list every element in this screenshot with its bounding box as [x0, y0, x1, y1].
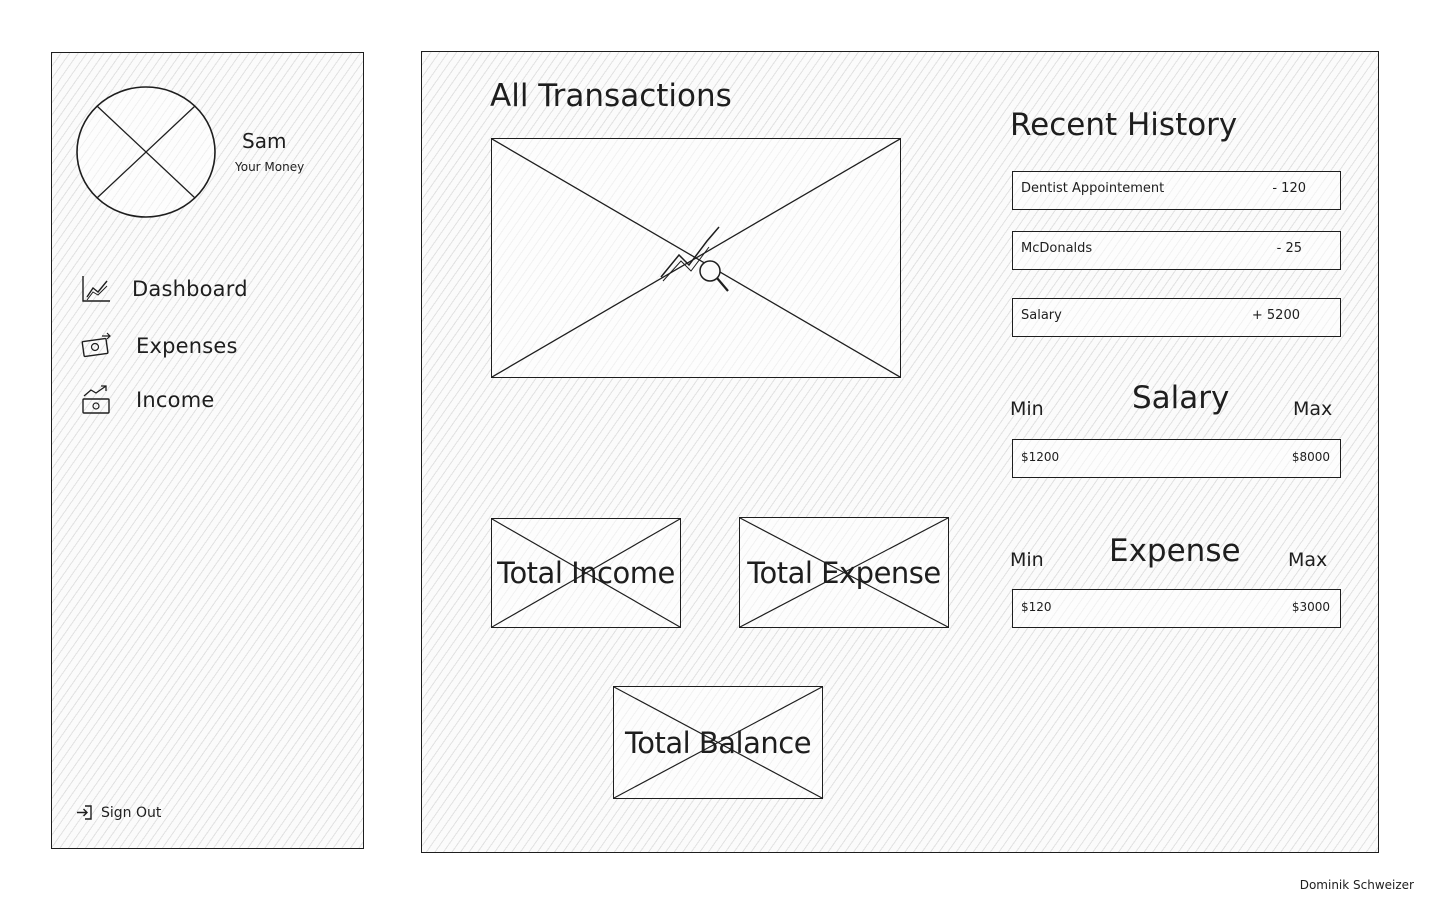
transactions-chart[interactable]	[491, 138, 901, 378]
history-item-amount: - 120	[1272, 181, 1306, 196]
expense-range-bar[interactable]: $120 $3000	[1012, 589, 1341, 628]
history-item-name: Dentist Appointement	[1021, 181, 1165, 196]
total-expense-label: Total Expense	[747, 555, 941, 590]
history-item-amount: - 25	[1276, 241, 1302, 256]
total-balance-card[interactable]: Total Balance	[613, 686, 823, 799]
chart-search-icon	[660, 226, 729, 292]
history-item[interactable]: McDonalds - 25	[1012, 231, 1341, 270]
total-income-card[interactable]: Total Income	[491, 518, 681, 628]
nav-income[interactable]: Income	[80, 383, 214, 417]
history-item-amount: + 5200	[1251, 308, 1300, 323]
nav-expenses[interactable]: Expenses	[80, 329, 238, 363]
avatar[interactable]	[75, 85, 217, 219]
salary-range-bar[interactable]: $1200 $8000	[1012, 439, 1341, 478]
expense-min-label: Min	[1010, 549, 1044, 571]
profile-subtitle: Your Money	[235, 160, 305, 174]
total-expense-card[interactable]: Total Expense	[739, 517, 949, 628]
salary-max-value: $8000	[1291, 450, 1330, 464]
nav-income-label: Income	[136, 388, 215, 412]
main-panel: All Transactions Total Income Total Expe…	[421, 51, 1379, 853]
expense-max-label: Max	[1288, 549, 1328, 571]
expense-min-value: $120	[1021, 600, 1052, 614]
salary-max-label: Max	[1293, 398, 1333, 420]
sign-out-label: Sign Out	[101, 804, 162, 821]
history-item[interactable]: Dentist Appointement - 120	[1012, 171, 1341, 210]
nav-dashboard[interactable]: Dashboard	[80, 272, 248, 306]
total-balance-label: Total Balance	[624, 725, 812, 760]
nav-dashboard-label: Dashboard	[132, 277, 248, 301]
author-credit: Dominik Schweizer	[1299, 878, 1414, 892]
salary-title: Salary	[1132, 380, 1230, 416]
expense-max-value: $3000	[1291, 600, 1330, 614]
line-chart-icon	[82, 276, 110, 302]
expense-title: Expense	[1109, 533, 1241, 569]
page-title: All Transactions	[490, 78, 732, 114]
recent-history-title: Recent History	[1010, 107, 1238, 143]
history-item-name: Salary	[1021, 308, 1062, 323]
sidebar: Sam Your Money Dashboard Expenses Income	[51, 52, 364, 849]
total-income-label: Total Income	[497, 556, 675, 590]
income-trend-icon	[82, 385, 110, 414]
salary-min-value: $1200	[1021, 450, 1060, 464]
nav-expenses-label: Expenses	[136, 334, 238, 358]
sign-out-button[interactable]: Sign Out	[76, 804, 161, 821]
history-item-name: McDonalds	[1021, 241, 1093, 256]
history-item[interactable]: Salary + 5200	[1012, 298, 1341, 337]
money-bill-icon	[81, 332, 111, 358]
sign-out-icon	[77, 805, 92, 820]
salary-min-label: Min	[1010, 398, 1044, 420]
profile-name: Sam	[242, 129, 287, 153]
